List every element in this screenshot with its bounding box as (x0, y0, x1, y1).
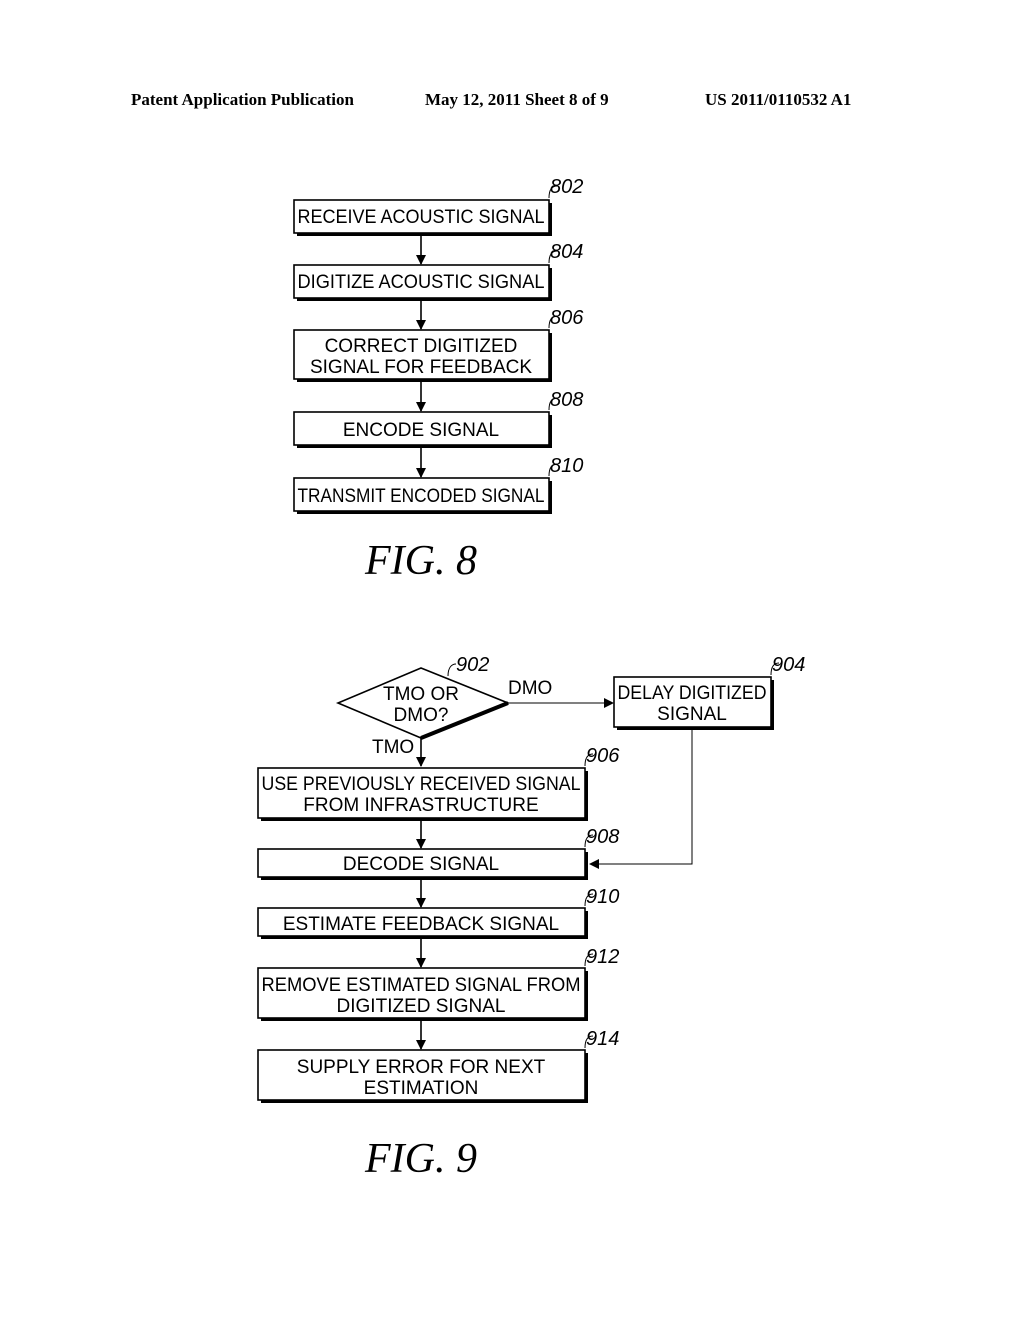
ref-number: 904 (772, 654, 805, 676)
ref-number: 806 (550, 307, 584, 329)
ref-number: 802 (550, 176, 583, 198)
step-text: SIGNAL FOR FEEDBACK (310, 357, 532, 378)
step-text: RECEIVE ACOUSTIC SIGNAL (298, 207, 545, 228)
fig8-flowchart: RECEIVE ACOUSTIC SIGNAL 802 DIGITIZE ACO… (293, 176, 584, 584)
step-text: SIGNAL (657, 704, 727, 725)
ref-number: 810 (550, 455, 583, 477)
step-text: CORRECT DIGITIZED (325, 336, 518, 357)
step-text: USE PREVIOUSLY RECEIVED SIGNAL (262, 774, 581, 795)
fig8-step-806: CORRECT DIGITIZED SIGNAL FOR FEEDBACK 80… (293, 307, 584, 382)
step-text: DELAY DIGITIZED (618, 683, 767, 704)
ref-number: 906 (586, 745, 620, 767)
fig8-caption: FIG. 8 (364, 538, 477, 584)
step-text: ESTIMATE FEEDBACK SIGNAL (283, 914, 559, 935)
fig9-step-914: SUPPLY ERROR FOR NEXT ESTIMATION 914 (257, 1028, 619, 1103)
fig9-caption: FIG. 9 (364, 1136, 477, 1182)
ref-number: 912 (586, 946, 619, 968)
fig9-step-908: DECODE SIGNAL 908 (257, 826, 619, 880)
step-text: DIGITIZE ACOUSTIC SIGNAL (298, 272, 545, 293)
ref-number: 808 (550, 389, 583, 411)
ref-number: 804 (550, 241, 583, 263)
fig9-step-910: ESTIMATE FEEDBACK SIGNAL 910 (257, 886, 619, 939)
fig8-step-810: TRANSMIT ENCODED SIGNAL 810 (293, 455, 583, 514)
fig9-decision-902: TMO OR DMO? 902 (335, 654, 511, 740)
fig9-delay-904: DELAY DIGITIZED SIGNAL 904 (613, 654, 805, 730)
flowchart-diagram: RECEIVE ACOUSTIC SIGNAL 802 DIGITIZE ACO… (257, 176, 805, 1182)
step-text: DIGITIZED SIGNAL (337, 996, 506, 1017)
decision-text: TMO OR (383, 684, 459, 705)
ref-number: 910 (586, 886, 619, 908)
fig9-step-906: USE PREVIOUSLY RECEIVED SIGNAL FROM INFR… (257, 745, 620, 821)
step-text: DECODE SIGNAL (343, 854, 499, 875)
ref-number: 908 (586, 826, 619, 848)
fig9-step-912: REMOVE ESTIMATED SIGNAL FROM DIGITIZED S… (257, 946, 619, 1021)
fig8-step-804: DIGITIZE ACOUSTIC SIGNAL 804 (293, 241, 583, 301)
step-text: REMOVE ESTIMATED SIGNAL FROM (262, 975, 581, 996)
step-text: FROM INFRASTRUCTURE (303, 795, 538, 816)
ref-number: 902 (456, 654, 489, 676)
fig8-step-808: ENCODE SIGNAL 808 (293, 389, 583, 448)
ref-number: 914 (586, 1028, 619, 1050)
fig8-step-802: RECEIVE ACOUSTIC SIGNAL 802 (293, 176, 583, 236)
step-text: ENCODE SIGNAL (343, 420, 499, 441)
dmo-branch-label: DMO (508, 678, 552, 699)
fig9-flowchart: TMO OR DMO? 902 DMO DELAY DIGITIZED SIGN… (257, 654, 805, 1182)
step-text: SUPPLY ERROR FOR NEXT (297, 1057, 546, 1078)
step-text: ESTIMATION (364, 1078, 479, 1099)
step-text: TRANSMIT ENCODED SIGNAL (298, 486, 545, 507)
tmo-branch-label: TMO (372, 737, 414, 758)
decision-text: DMO? (394, 705, 449, 726)
